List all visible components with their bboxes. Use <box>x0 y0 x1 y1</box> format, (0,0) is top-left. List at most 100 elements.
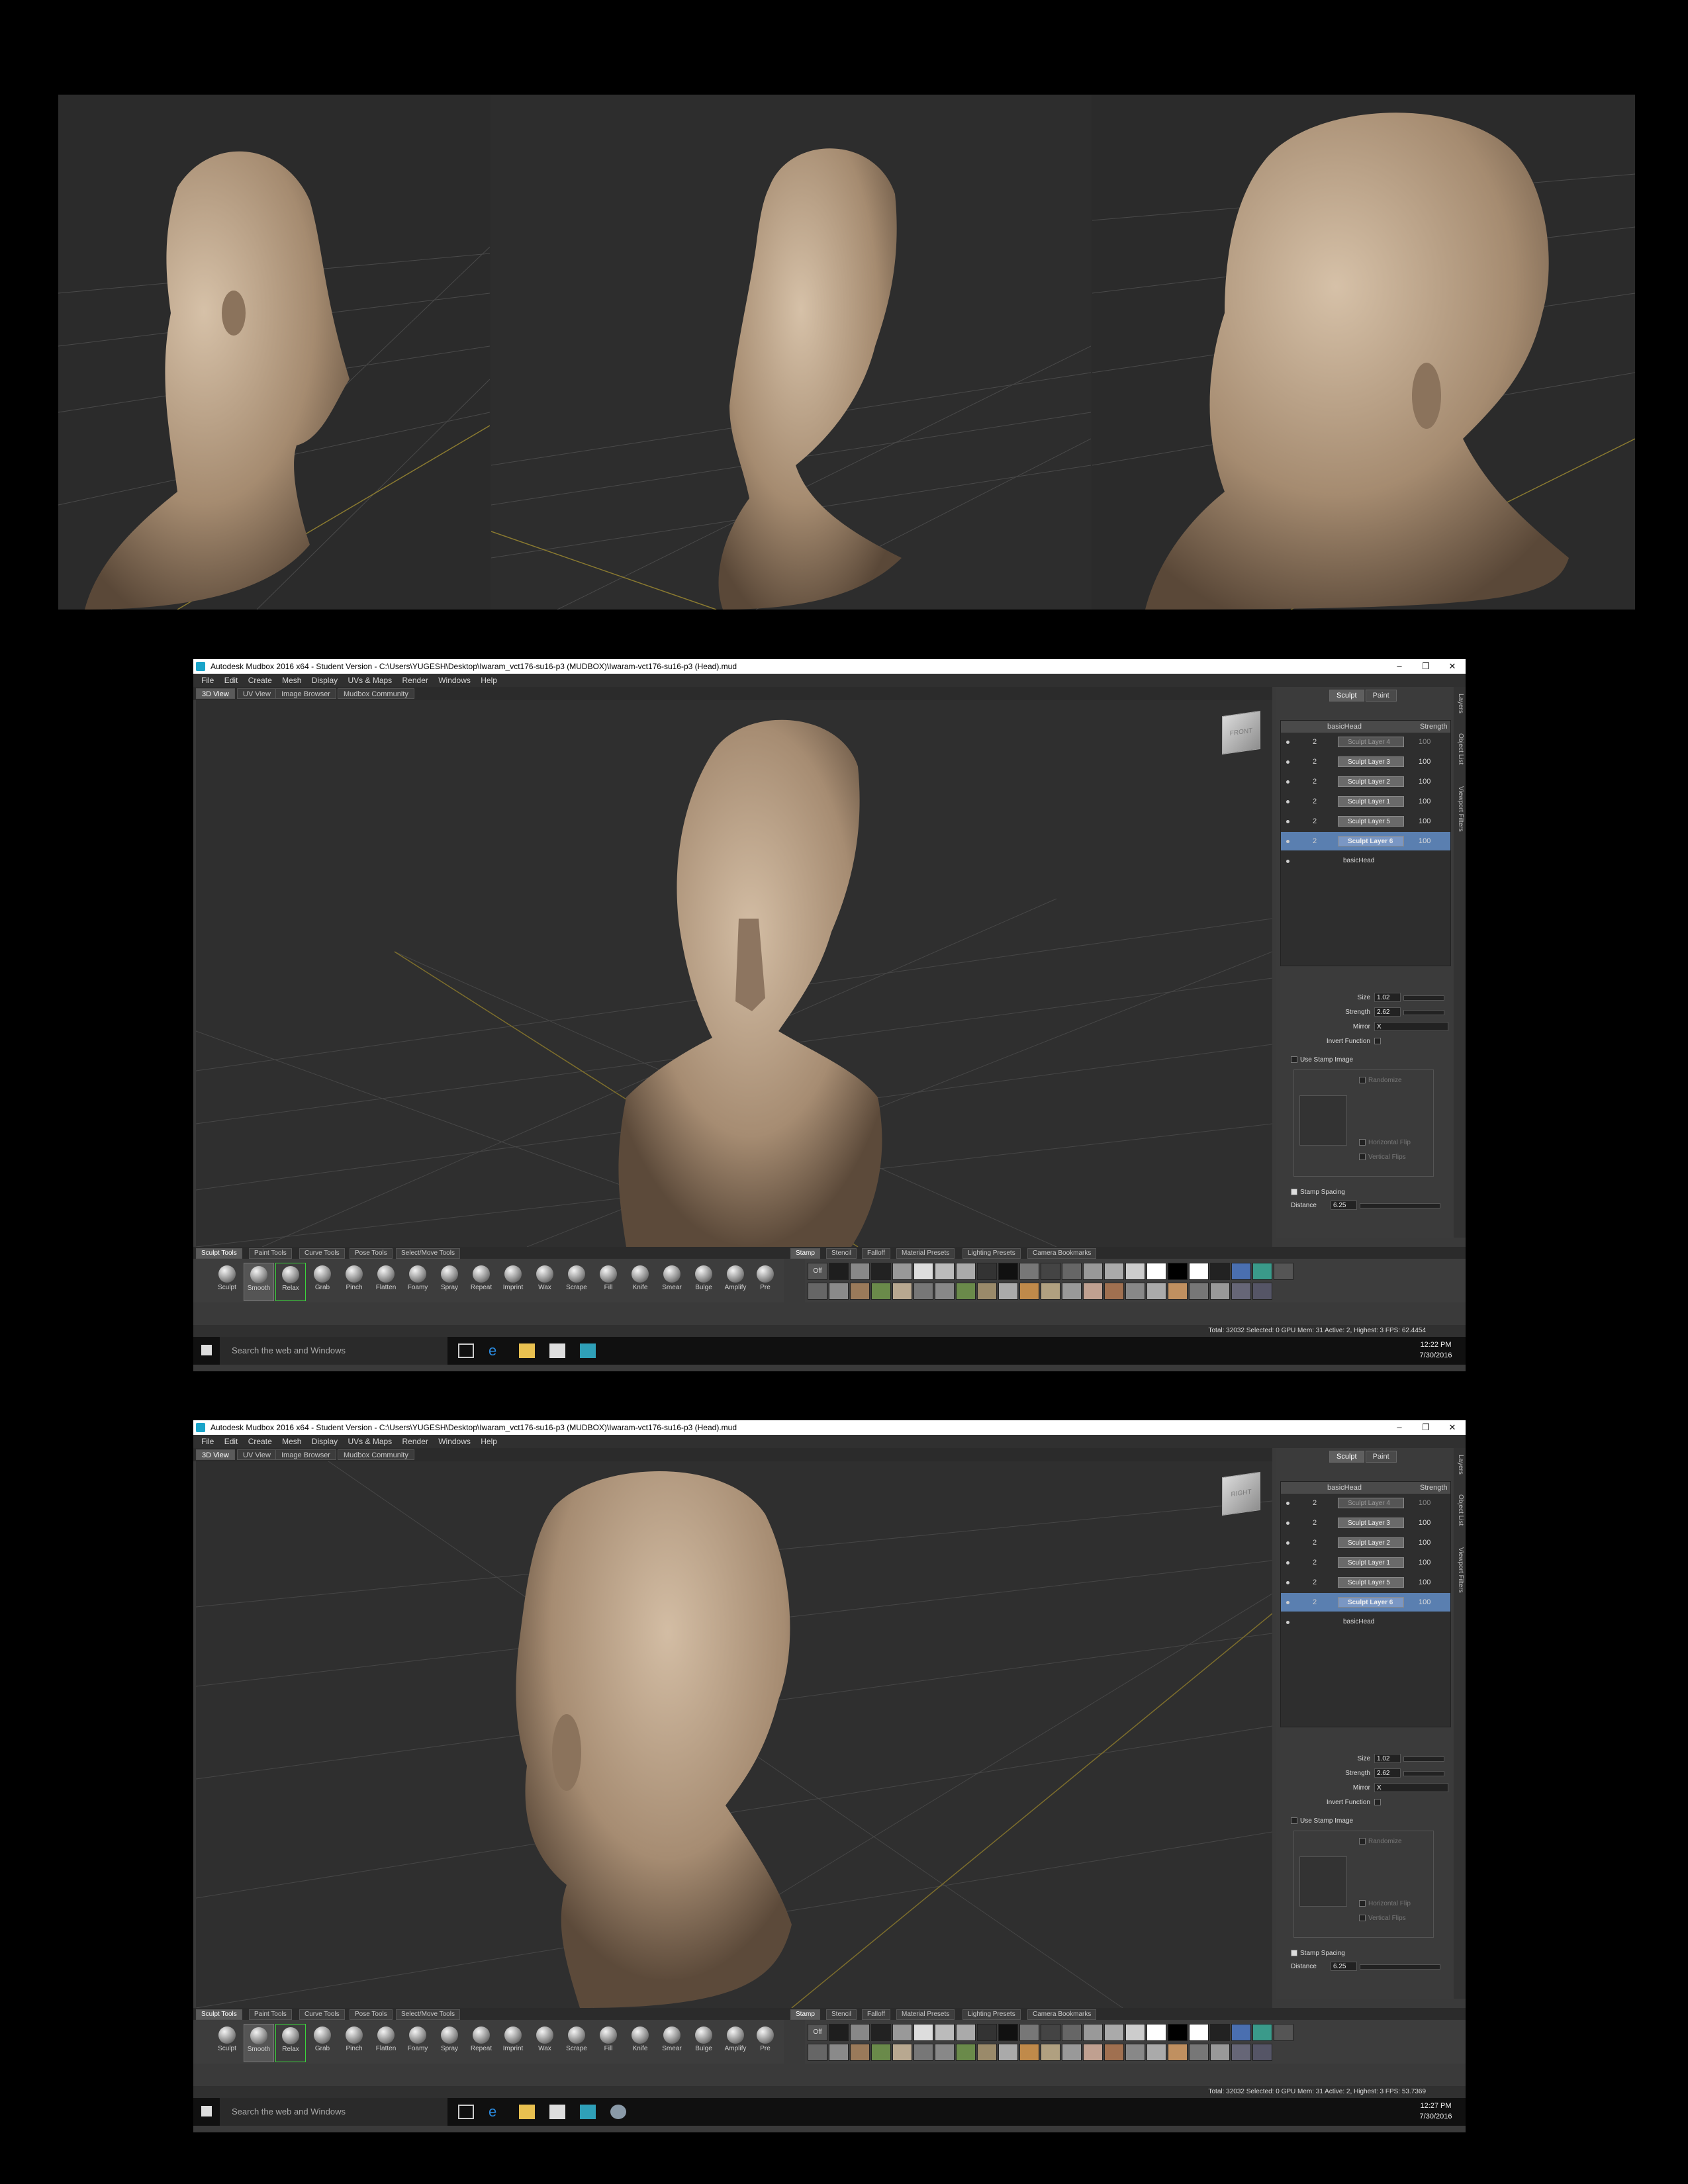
tab-stencil[interactable]: Stencil <box>826 1248 857 1259</box>
side-tab-viewport-filters[interactable]: Viewport Filters <box>1455 1547 1464 1593</box>
tool-smear[interactable]: Smear <box>657 1263 687 1301</box>
tool-pinch[interactable]: Pinch <box>339 1263 369 1301</box>
tool-scrape[interactable]: Scrape <box>561 1263 592 1301</box>
use-stamp-checkbox[interactable]: Use Stamp Image <box>1291 1817 1353 1825</box>
visibility-icon[interactable] <box>1286 820 1289 823</box>
strength-field[interactable]: 2.62 <box>1374 1007 1401 1017</box>
stamp-thumb[interactable] <box>829 2044 849 2061</box>
3d-viewport[interactable]: RIGHT <box>196 1461 1272 2008</box>
visibility-icon[interactable] <box>1286 800 1289 803</box>
menu-render[interactable]: Render <box>402 1435 428 1448</box>
tab-lighting-presets[interactable]: Lighting Presets <box>962 1248 1021 1259</box>
stamp-thumb[interactable] <box>1231 2024 1251 2041</box>
stamp-thumb[interactable] <box>914 2024 933 2041</box>
stamp-thumb[interactable] <box>1189 2024 1209 2041</box>
3d-viewport[interactable]: FRONT <box>196 700 1272 1247</box>
stamp-thumb[interactable] <box>1041 1263 1060 1280</box>
size-field[interactable]: 1.02 <box>1374 1754 1401 1763</box>
tool-pre[interactable]: Pre <box>752 2024 778 2062</box>
tool-pre[interactable]: Pre <box>752 1263 778 1301</box>
visibility-icon[interactable] <box>1286 760 1289 764</box>
stamp-thumb[interactable] <box>1252 2044 1272 2061</box>
stamp-thumb[interactable] <box>1062 2024 1082 2041</box>
tool-repeat[interactable]: Repeat <box>466 1263 496 1301</box>
stamp-thumb[interactable] <box>871 2024 891 2041</box>
tab-select-move-tools[interactable]: Select/Move Tools <box>396 2009 460 2020</box>
stamp-thumb[interactable] <box>829 2024 849 2041</box>
file-explorer-icon[interactable] <box>519 1343 535 1358</box>
distance-slider[interactable] <box>1360 1203 1440 1208</box>
tab-material-presets[interactable]: Material Presets <box>896 2009 955 2020</box>
stamp-thumb[interactable] <box>914 1283 933 1300</box>
stamp-thumb[interactable] <box>1125 2044 1145 2061</box>
stamp-thumb[interactable] <box>1062 1283 1082 1300</box>
layer-row[interactable]: 2 Sculpt Layer 3 100 <box>1281 1514 1450 1532</box>
stamp-thumb[interactable] <box>1147 2044 1166 2061</box>
tab-paint[interactable]: Paint <box>1365 1451 1397 1463</box>
stamp-thumb[interactable] <box>850 1283 870 1300</box>
layer-row-selected[interactable]: 2 Sculpt Layer 6 100 <box>1281 1593 1450 1612</box>
menu-uvs-maps[interactable]: UVs & Maps <box>348 1435 392 1448</box>
base-mesh-row[interactable]: basicHead <box>1281 1613 1450 1631</box>
store-icon[interactable] <box>549 2105 565 2119</box>
stamp-thumb[interactable] <box>829 1283 849 1300</box>
close-button[interactable]: ✕ <box>1439 659 1466 674</box>
tab-sculpt-tools[interactable]: Sculpt Tools <box>196 2009 242 2020</box>
tool-fill[interactable]: Fill <box>593 1263 624 1301</box>
stamp-thumb[interactable] <box>1083 2044 1103 2061</box>
stamp-thumb[interactable] <box>914 2044 933 2061</box>
tab-uv-view[interactable]: UV View <box>237 1449 277 1460</box>
stamp-thumb[interactable] <box>1189 1283 1209 1300</box>
tool-knife[interactable]: Knife <box>625 2024 655 2062</box>
tool-foamy[interactable]: Foamy <box>402 2024 433 2062</box>
tool-wax[interactable]: Wax <box>530 1263 560 1301</box>
visibility-icon[interactable] <box>1286 1502 1289 1505</box>
menu-windows[interactable]: Windows <box>438 1435 471 1448</box>
stamp-thumb[interactable] <box>956 2044 976 2061</box>
layer-row[interactable]: 2 Sculpt Layer 2 100 <box>1281 1533 1450 1552</box>
tab-3d-view[interactable]: 3D View <box>196 688 235 699</box>
tool-spray[interactable]: Spray <box>434 2024 465 2062</box>
tool-bulge[interactable]: Bulge <box>688 1263 719 1301</box>
tool-imprint[interactable]: Imprint <box>498 1263 528 1301</box>
stamp-thumb[interactable] <box>935 2024 955 2041</box>
tab-sculpt[interactable]: Sculpt <box>1329 1451 1364 1463</box>
tab-select-move-tools[interactable]: Select/Move Tools <box>396 1248 460 1259</box>
menu-edit[interactable]: Edit <box>224 1435 238 1448</box>
tab-stamp[interactable]: Stamp <box>790 1248 820 1259</box>
menu-windows[interactable]: Windows <box>438 674 471 687</box>
visibility-icon[interactable] <box>1286 840 1289 843</box>
stamp-thumb[interactable] <box>1104 1263 1124 1280</box>
tab-curve-tools[interactable]: Curve Tools <box>299 1248 345 1259</box>
tab-stencil[interactable]: Stencil <box>826 2009 857 2020</box>
stamp-thumb[interactable] <box>1252 2024 1272 2041</box>
stamp-thumb[interactable] <box>850 1263 870 1280</box>
tab-pose-tools[interactable]: Pose Tools <box>350 1248 393 1259</box>
tool-fill[interactable]: Fill <box>593 2024 624 2062</box>
side-tab-object-list[interactable]: Object List <box>1455 733 1464 764</box>
stamp-spacing-checkbox[interactable]: Stamp Spacing <box>1291 1950 1345 1957</box>
task-view-icon[interactable] <box>458 1343 474 1358</box>
file-explorer-icon[interactable] <box>519 2105 535 2119</box>
view-cube[interactable]: FRONT <box>1222 710 1260 755</box>
mirror-select[interactable]: X <box>1374 1783 1448 1792</box>
stamp-thumb[interactable] <box>1168 1263 1188 1280</box>
stamp-thumb[interactable] <box>808 1283 827 1300</box>
stamp-thumb[interactable] <box>1231 1263 1251 1280</box>
visibility-icon[interactable] <box>1286 1522 1289 1525</box>
mirror-select[interactable]: X <box>1374 1022 1448 1031</box>
visibility-icon[interactable] <box>1286 1581 1289 1584</box>
tab-falloff[interactable]: Falloff <box>862 1248 891 1259</box>
stamp-thumb[interactable] <box>1210 2024 1230 2041</box>
layer-row[interactable]: 2 Sculpt Layer 4 100 <box>1281 1494 1450 1512</box>
layer-row[interactable]: 2 Sculpt Layer 5 100 <box>1281 1573 1450 1592</box>
tool-relax[interactable]: Relax <box>275 1263 306 1301</box>
tab-3d-view[interactable]: 3D View <box>196 1449 235 1460</box>
task-view-icon[interactable] <box>458 2105 474 2119</box>
tool-flatten[interactable]: Flatten <box>371 2024 401 2062</box>
close-button[interactable]: ✕ <box>1439 1420 1466 1435</box>
visibility-icon[interactable] <box>1286 1601 1289 1604</box>
invert-checkbox[interactable] <box>1374 1799 1383 1806</box>
side-tab-viewport-filters[interactable]: Viewport Filters <box>1455 786 1464 832</box>
tool-knife[interactable]: Knife <box>625 1263 655 1301</box>
